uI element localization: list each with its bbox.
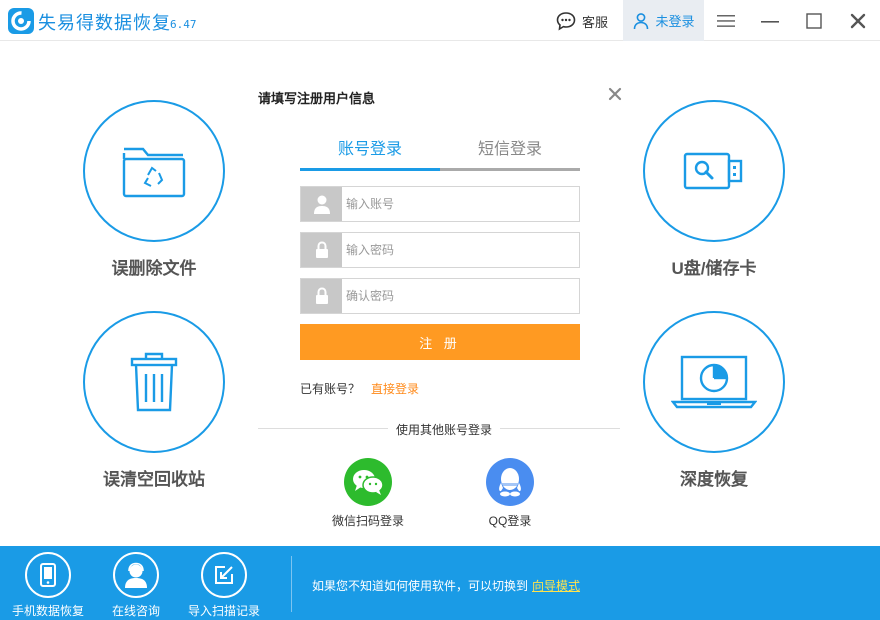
maximize-icon bbox=[806, 12, 822, 29]
feature-usb-card[interactable]: U盘/储存卡 bbox=[634, 100, 794, 279]
feature-deep-recovery[interactable]: 深度恢复 bbox=[634, 311, 794, 490]
trash-bin-icon bbox=[130, 352, 178, 412]
separator bbox=[291, 556, 292, 612]
other-login-label: 使用其他账号登录 bbox=[388, 421, 501, 438]
maximize-button[interactable] bbox=[792, 0, 836, 41]
laptop-disk-icon bbox=[671, 355, 757, 409]
confirm-password-field bbox=[300, 278, 580, 314]
feature-circle[interactable] bbox=[643, 100, 785, 242]
wechat-icon[interactable] bbox=[344, 458, 392, 506]
user-icon bbox=[301, 187, 342, 221]
app-logo-icon bbox=[8, 8, 34, 34]
account-input[interactable] bbox=[342, 187, 579, 221]
phone-recovery-label: 手机数据恢复 bbox=[11, 604, 84, 618]
import-scan-label: 导入扫描记录 bbox=[187, 604, 260, 618]
dialog-title: 请填写注册用户信息 bbox=[258, 91, 376, 106]
have-account-text: 已有账号？ bbox=[300, 382, 361, 396]
phone-icon[interactable] bbox=[25, 552, 71, 598]
guide-tip-text: 如果您不知道如何使用软件，可以切换到 bbox=[312, 579, 529, 593]
wechat-login-label: 微信扫码登录 bbox=[331, 514, 404, 528]
user-icon bbox=[634, 12, 649, 29]
feature-recycle-bin[interactable]: 误清空回收站 bbox=[74, 311, 234, 490]
minimize-icon bbox=[761, 20, 779, 23]
qq-icon[interactable] bbox=[486, 458, 534, 506]
close-window-button[interactable] bbox=[836, 0, 880, 41]
lock-icon bbox=[301, 233, 342, 267]
app-version: 6.47 bbox=[170, 18, 197, 31]
title-bar: 失易得数据恢复 6.47 客服 未登录 bbox=[0, 0, 880, 41]
online-consult-label: 在线咨询 bbox=[111, 604, 160, 618]
password-input[interactable] bbox=[342, 233, 579, 267]
feature-circle[interactable] bbox=[83, 100, 225, 242]
support-agent-icon[interactable] bbox=[113, 552, 159, 598]
hamburger-menu-icon bbox=[717, 14, 735, 27]
login-button[interactable]: 未登录 bbox=[623, 0, 704, 41]
qq-login-label: QQ登录 bbox=[488, 514, 532, 528]
usb-drive-icon bbox=[683, 152, 743, 190]
folder-recycle-icon bbox=[122, 147, 186, 198]
service-label: 客服 bbox=[582, 14, 609, 30]
wechat-login-button[interactable]: 微信扫码登录 bbox=[318, 458, 418, 529]
direct-login-link[interactable]: 直接登录 bbox=[371, 380, 419, 397]
guide-mode-link[interactable]: 向导模式 bbox=[532, 577, 580, 594]
account-field bbox=[300, 186, 580, 222]
qq-login-button[interactable]: QQ登录 bbox=[460, 458, 560, 529]
register-dialog: 请填写注册用户信息 账号登录 短信登录 注 册 已有账号？ 直接登录 使用其他账… bbox=[244, 75, 632, 535]
feature-label: 误删除文件 bbox=[111, 259, 197, 278]
feature-label: U盘/储存卡 bbox=[671, 259, 757, 278]
confirm-password-input[interactable] bbox=[342, 279, 579, 313]
feature-circle[interactable] bbox=[643, 311, 785, 453]
register-button[interactable]: 注 册 bbox=[300, 324, 580, 360]
bottom-bar: 手机数据恢复 在线咨询 导入扫描记录 如果您不知道如何使用软件，可以切换到 向导… bbox=[0, 546, 880, 620]
feature-circle[interactable] bbox=[83, 311, 225, 453]
close-icon bbox=[850, 13, 866, 28]
online-consult-button[interactable]: 在线咨询 bbox=[91, 546, 181, 619]
feature-label: 误清空回收站 bbox=[103, 470, 205, 489]
app-title: 失易得数据恢复 bbox=[38, 13, 171, 33]
chat-bubble-icon bbox=[556, 12, 576, 31]
lock-icon bbox=[301, 279, 342, 313]
login-tabs: 账号登录 短信登录 bbox=[300, 137, 580, 171]
feature-label: 深度恢复 bbox=[680, 470, 748, 489]
tab-account-login[interactable]: 账号登录 bbox=[300, 137, 440, 171]
import-scan-button[interactable]: 导入扫描记录 bbox=[179, 546, 269, 619]
service-button[interactable]: 客服 bbox=[556, 8, 608, 34]
dialog-close-icon[interactable] bbox=[608, 87, 622, 101]
password-field bbox=[300, 232, 580, 268]
tab-sms-login[interactable]: 短信登录 bbox=[440, 137, 580, 168]
feature-deleted-files[interactable]: 误删除文件 bbox=[74, 100, 234, 279]
menu-button[interactable] bbox=[704, 0, 748, 41]
login-label: 未登录 bbox=[655, 14, 695, 29]
phone-recovery-button[interactable]: 手机数据恢复 bbox=[3, 546, 93, 619]
import-icon[interactable] bbox=[201, 552, 247, 598]
minimize-button[interactable] bbox=[748, 0, 792, 41]
